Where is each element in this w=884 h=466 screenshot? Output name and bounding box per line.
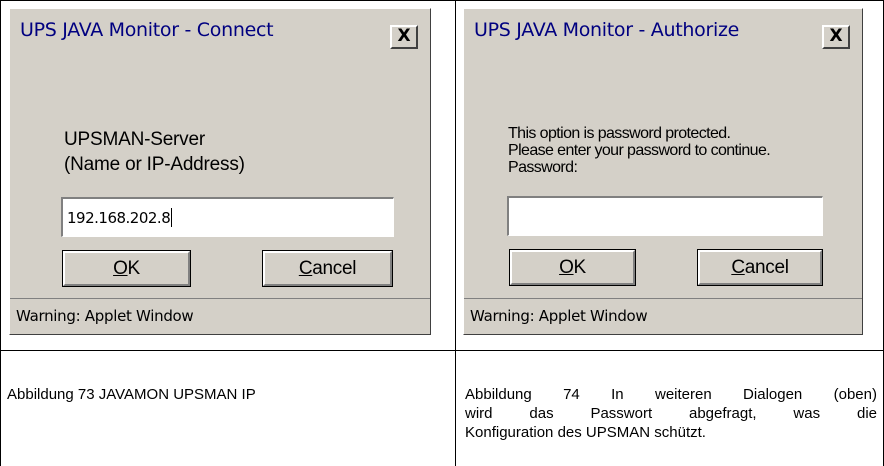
connect-title-bar: UPS JAVA Monitor - Connect X <box>10 9 430 55</box>
server-input-value: 192.168.202.8 <box>67 209 171 227</box>
connect-close-button[interactable]: X <box>390 25 418 49</box>
password-label: Password: <box>508 159 578 176</box>
authorize-close-button[interactable]: X <box>822 25 850 49</box>
connect-ok-label: OK <box>63 251 190 286</box>
connect-dialog: UPS JAVA Monitor - Connect X UPSMAN-Serv… <box>9 8 431 335</box>
authorize-ok-label: OK <box>510 250 635 285</box>
caption-74-line3: Konfiguration des UPSMAN schützt. <box>465 424 706 441</box>
caption-figure-74: Abbildung 74 In weiteren Dialogen (oben)… <box>465 385 877 442</box>
connect-status-text: Warning: Applet Window <box>16 307 194 325</box>
connect-status-bar: Warning: Applet Window <box>10 298 430 334</box>
authorize-ok-button[interactable]: OK <box>509 249 636 286</box>
connect-cancel-label: Cancel <box>263 251 392 286</box>
connect-ok-button[interactable]: OK <box>62 250 191 287</box>
authorize-cancel-label: Cancel <box>698 250 822 285</box>
authorize-status-text: Warning: Applet Window <box>470 307 648 325</box>
authorize-status-bar: Warning: Applet Window <box>464 298 862 334</box>
server-label-line1: UPSMAN-Server <box>64 129 205 150</box>
authorize-message-line2: Please enter your password to continue. <box>508 142 771 159</box>
server-input[interactable]: 192.168.202.8 <box>61 197 394 237</box>
authorize-cancel-button[interactable]: Cancel <box>697 249 823 286</box>
connect-dialog-title: UPS JAVA Monitor - Connect <box>20 19 274 41</box>
table-border-top <box>0 0 884 1</box>
caption-74-line1: Abbildung 74 In weiteren Dialogen (oben) <box>465 386 877 403</box>
authorize-dialog: UPS JAVA Monitor - Authorize X This opti… <box>463 8 863 335</box>
server-label-line2: (Name or IP-Address) <box>64 154 245 175</box>
password-input[interactable] <box>507 196 823 236</box>
table-border-middle <box>455 0 456 466</box>
authorize-message: This option is password protected. Pleas… <box>508 125 771 176</box>
authorize-title-bar: UPS JAVA Monitor - Authorize X <box>464 9 862 55</box>
table-border-left <box>0 0 1 466</box>
connect-cancel-button[interactable]: Cancel <box>262 250 393 287</box>
table-row-separator <box>0 350 884 351</box>
caption-74-line2: wird das Passwort abgefragt, was die <box>465 405 877 422</box>
caption-figure-73: Abbildung 73 JAVAMON UPSMAN IP <box>7 386 256 403</box>
text-caret <box>171 208 173 227</box>
authorize-dialog-title: UPS JAVA Monitor - Authorize <box>474 19 740 41</box>
server-label: UPSMAN-Server (Name or IP-Address) <box>64 127 245 177</box>
authorize-message-line1: This option is password protected. <box>508 125 731 142</box>
